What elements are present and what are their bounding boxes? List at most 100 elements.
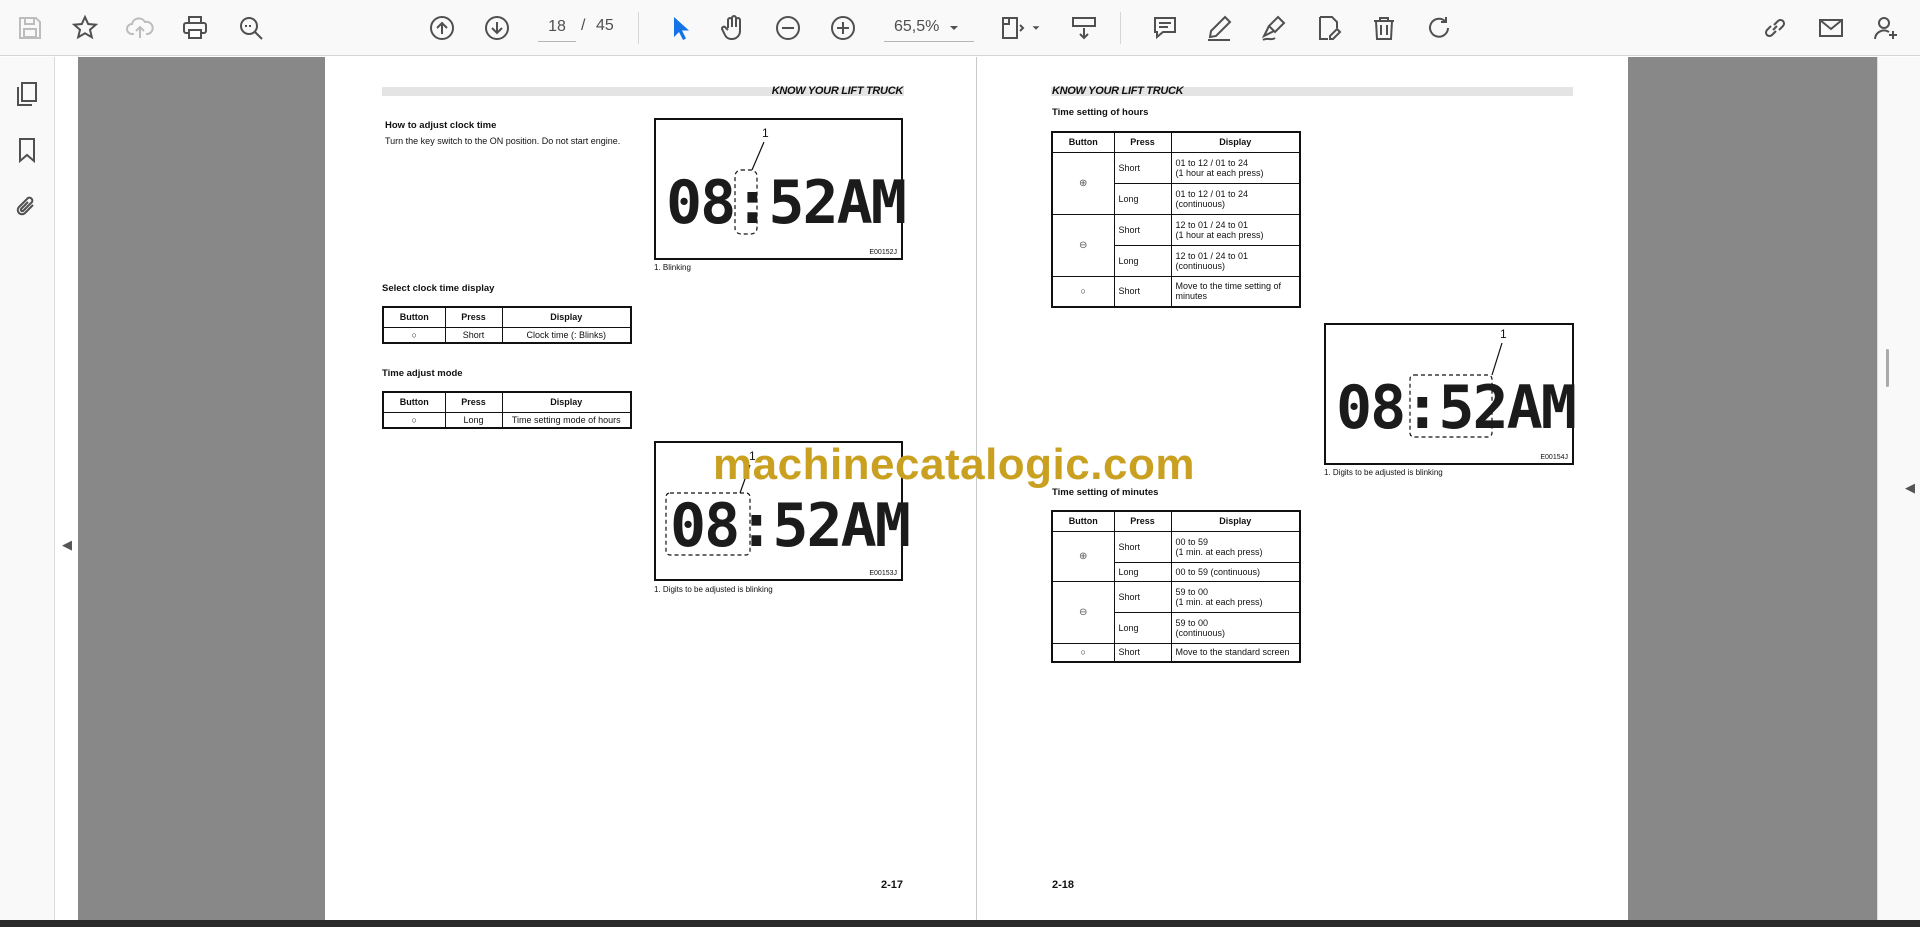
press-cell: Short <box>1113 642 1172 663</box>
page-number-input[interactable] <box>538 12 576 42</box>
collapse-left-arrow-icon[interactable]: ◀ <box>62 537 72 553</box>
section-title: Select clock time display <box>382 283 495 294</box>
display-cell: Move to the time setting of minutes <box>1170 275 1301 308</box>
display-line: 59 to 00 <box>1175 617 1209 628</box>
right-pane: ◀ <box>1877 57 1920 920</box>
display-line: (1 hour at each press) <box>1175 167 1264 178</box>
scroll-mode-icon[interactable] <box>1066 10 1102 46</box>
press-cell: Long <box>444 411 503 428</box>
display-cell: 01 to 12 / 01 to 24 (continuous) <box>1170 182 1301 215</box>
zoom-search-icon[interactable] <box>233 10 269 46</box>
table-header: Button <box>1051 510 1115 532</box>
zoom-in-icon[interactable] <box>825 10 861 46</box>
link-icon[interactable] <box>1757 10 1793 46</box>
lcd-figure: 1 08:52AM E00152J <box>654 118 907 260</box>
press-cell: Short <box>1113 151 1172 184</box>
figure-code: E00154J <box>1540 454 1568 461</box>
table-row: ○ Long Time setting mode of hours <box>382 411 632 428</box>
cloud-upload-icon[interactable] <box>122 10 158 46</box>
sign-icon[interactable] <box>1256 10 1292 46</box>
press-cell: Long <box>1113 611 1172 644</box>
display-line: (1 hour at each press) <box>1175 229 1264 240</box>
expand-right-arrow-icon[interactable]: ◀ <box>1905 480 1915 496</box>
press-cell: Short <box>1113 530 1172 563</box>
page-number: 2-17 <box>881 879 904 891</box>
zoom-out-icon[interactable] <box>770 10 806 46</box>
figure-code: E00152J <box>869 249 897 256</box>
section-title: Time setting of hours <box>1052 107 1149 118</box>
button-symbol: ○ <box>382 326 446 343</box>
table-header: Press <box>444 306 503 328</box>
chevron-down-icon[interactable] <box>1026 10 1046 46</box>
comment-icon[interactable] <box>1147 10 1183 46</box>
add-user-icon[interactable] <box>1868 10 1904 46</box>
page-number: 2-18 <box>1052 879 1075 891</box>
button-symbol: ⊕ <box>1051 530 1115 582</box>
press-cell: Short <box>1113 275 1172 308</box>
arrow-down-icon[interactable] <box>479 10 515 46</box>
table-row: ⊖ Short 12 to 01 / 24 to 01 (1 hour at ea… <box>1051 213 1301 277</box>
page-total: 45 <box>596 17 614 34</box>
display-line: Move to the time setting of <box>1175 281 1282 292</box>
display-cell: 12 to 01 / 24 to 01 (continuous) <box>1170 244 1301 277</box>
display-cell: 59 to 00 (1 min. at each press) <box>1170 580 1301 613</box>
table-header: Press <box>444 391 503 413</box>
mail-icon[interactable] <box>1813 10 1849 46</box>
button-symbol: ○ <box>382 411 446 428</box>
figure-caption: 1. Digits to be adjusted is blinking <box>654 585 773 594</box>
table-header: Button <box>382 306 446 328</box>
table-header: Display <box>501 391 632 413</box>
table-row: ⊖ Short 59 to 00 (1 min. at each press) <box>1051 580 1301 644</box>
page-separator: / <box>581 17 586 34</box>
thumbnails-icon[interactable] <box>10 77 44 111</box>
display-cell: 59 to 00 (continuous) <box>1170 611 1301 644</box>
toolbar-divider <box>1120 12 1121 44</box>
pen-icon[interactable] <box>1201 10 1237 46</box>
table-row: ○ Short Clock time (: Blinks) <box>382 326 632 343</box>
button-table: Button Press Display ⊕ Short 00 to 59 (1… <box>1051 510 1301 663</box>
press-cell: Short <box>1113 213 1172 246</box>
scrollbar-thumb[interactable] <box>1886 349 1889 387</box>
display-line: 12 to 01 / 24 to 01 <box>1175 250 1249 261</box>
save-icon[interactable] <box>12 10 48 46</box>
star-icon[interactable] <box>67 10 103 46</box>
table-row: ⊕ Short 00 to 59 (1 min. at each press) <box>1051 530 1301 582</box>
trash-icon[interactable] <box>1366 10 1402 46</box>
figure-code: E00153J <box>869 570 897 577</box>
button-table: Button Press Display ⊕ Short 01 to 12 / … <box>1051 131 1301 308</box>
arrow-up-icon[interactable] <box>424 10 460 46</box>
button-symbol: ○ <box>1051 642 1115 663</box>
rotate-icon[interactable] <box>1421 10 1457 46</box>
section-title: How to adjust clock time <box>385 120 497 131</box>
press-cell: Long <box>1113 244 1172 277</box>
navigation-pane <box>0 57 55 920</box>
display-line: (1 min. at each press) <box>1175 546 1263 557</box>
toolbar-divider <box>638 12 639 44</box>
bookmark-icon[interactable] <box>10 133 44 167</box>
section-title: Time adjust mode <box>382 368 463 379</box>
display-cell: Time setting mode of hours <box>501 411 632 428</box>
display-line: 59 to 00 <box>1175 586 1209 597</box>
page-header: KNOW YOUR LIFT TRUCK <box>771 85 904 97</box>
display-line: (continuous) <box>1175 198 1226 209</box>
display-cell: Move to the standard screen <box>1170 642 1301 663</box>
attachment-icon[interactable] <box>10 189 44 223</box>
body-text: Turn the key switch to the ON position. … <box>385 136 621 146</box>
display-cell: 01 to 12 / 01 to 24 (1 hour at each press… <box>1170 151 1301 184</box>
print-icon[interactable] <box>177 10 213 46</box>
table-header: Button <box>1051 131 1115 153</box>
chevron-down-icon[interactable] <box>942 10 966 46</box>
table-header: Press <box>1113 510 1172 532</box>
display-line: 12 to 01 / 24 to 01 <box>1175 219 1249 230</box>
hand-icon[interactable] <box>715 10 751 46</box>
press-cell: Short <box>444 326 503 343</box>
edit-pdf-icon[interactable] <box>1311 10 1347 46</box>
display-cell: 00 to 59 (continuous) <box>1170 561 1301 582</box>
select-cursor-icon[interactable] <box>662 10 698 46</box>
press-cell: Long <box>1113 182 1172 215</box>
lcd-figure: 1 08:52AM E00154J <box>1324 323 1577 465</box>
button-table: Button Press Display ○ Short Clock time … <box>382 306 632 344</box>
lcd-clock-display: 08:52AM <box>666 168 907 238</box>
display-line: 00 to 59 <box>1175 536 1209 547</box>
table-header: Press <box>1113 131 1172 153</box>
